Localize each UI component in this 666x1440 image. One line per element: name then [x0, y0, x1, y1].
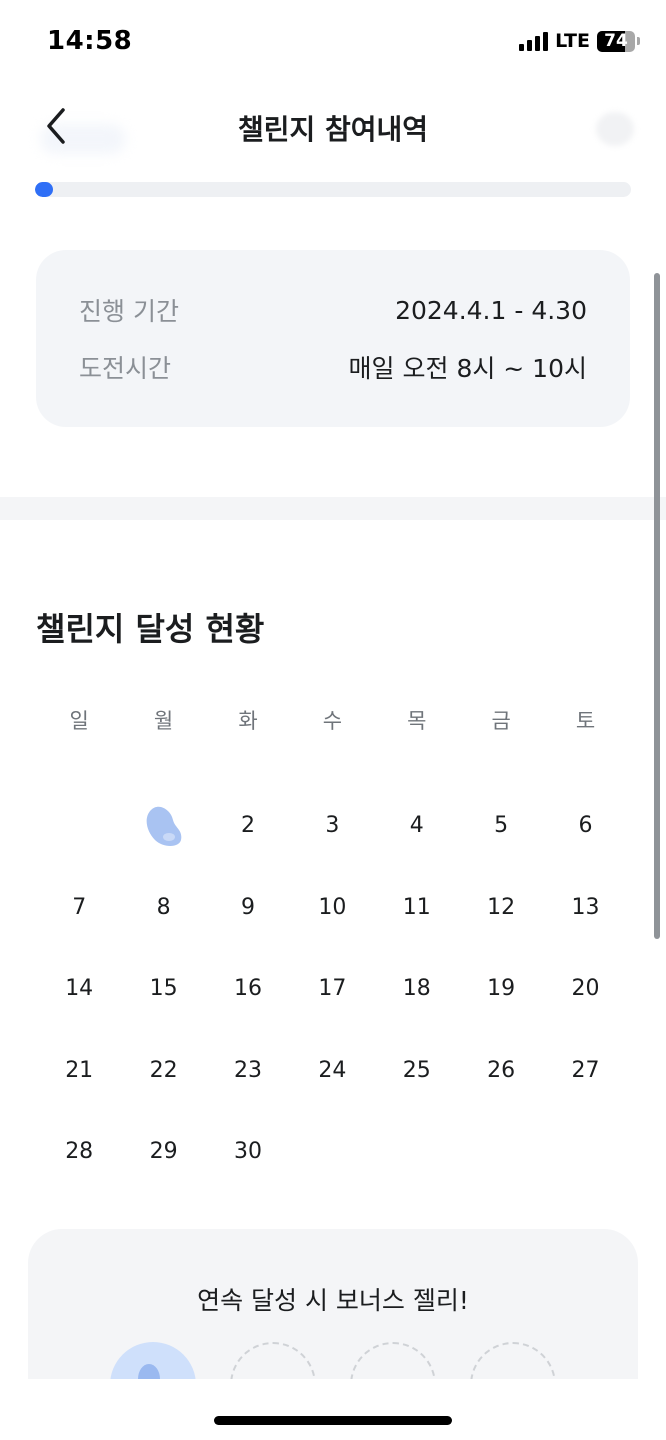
- network-type: LTE: [555, 30, 590, 52]
- page-title: 챌린지 참여내역: [237, 113, 429, 146]
- status-bar: 14:58 LTE 74: [0, 0, 666, 80]
- period-label: 진행 기간: [79, 297, 179, 326]
- time-label: 도전시간: [79, 354, 172, 383]
- status-indicators: LTE 74: [519, 29, 640, 53]
- signal-icon: [519, 31, 549, 51]
- weekday-label: 월: [153, 709, 174, 733]
- calendar-day[interactable]: 27: [543, 1030, 627, 1112]
- weekday-label: 수: [322, 709, 343, 733]
- period-row: 진행 기간 2024.4.1 - 4.30: [79, 292, 587, 328]
- progress-fill: [35, 182, 53, 197]
- calendar-day[interactable]: 13: [543, 867, 627, 949]
- calendar-spacer: [37, 750, 628, 785]
- status-time: 14:58: [47, 26, 133, 56]
- calendar-day[interactable]: 5: [459, 785, 543, 867]
- weekday-label: 일: [69, 709, 89, 733]
- calendar-day[interactable]: 6: [543, 785, 627, 867]
- calendar-day[interactable]: 15: [121, 948, 205, 1030]
- period-value: 2024.4.1 - 4.30: [395, 295, 587, 325]
- bonus-jelly-card: 연속 달성 시 보너스 젤리!: [28, 1229, 638, 1389]
- calendar-day[interactable]: 16: [206, 948, 290, 1030]
- achievement-section-title: 챌린지 달성 현황: [36, 610, 265, 648]
- weekday-label: 화: [238, 709, 258, 733]
- weekday-label: 목: [407, 709, 427, 733]
- weekday-label: 금: [491, 709, 511, 733]
- bonus-title: 연속 달성 시 보너스 젤리!: [197, 1286, 469, 1315]
- calendar-day[interactable]: 14: [37, 948, 121, 1030]
- calendar-day[interactable]: 25: [375, 1030, 459, 1112]
- calendar-empty-cell: [37, 785, 121, 867]
- weekday-label: 토: [575, 709, 596, 733]
- calendar-day[interactable]: 9: [206, 867, 290, 949]
- calendar-day[interactable]: 11: [375, 867, 459, 949]
- calendar-day[interactable]: 23: [206, 1030, 290, 1112]
- calendar-day[interactable]: 10: [290, 867, 374, 949]
- scrollbar[interactable]: [654, 273, 660, 939]
- calendar-day[interactable]: 21: [37, 1030, 121, 1112]
- time-row: 도전시간 매일 오전 8시 ~ 10시: [79, 349, 587, 385]
- calendar-day[interactable]: 26: [459, 1030, 543, 1112]
- calendar-day[interactable]: 28: [37, 1111, 121, 1193]
- calendar-day[interactable]: 7: [37, 867, 121, 949]
- bottom-area: [0, 1379, 666, 1440]
- calendar-day[interactable]: [121, 785, 205, 867]
- battery-percent: 74: [604, 30, 628, 51]
- calendar-day[interactable]: 8: [121, 867, 205, 949]
- calendar-day[interactable]: 12: [459, 867, 543, 949]
- calendar-day[interactable]: 18: [375, 948, 459, 1030]
- challenge-progress-bar: [35, 182, 631, 197]
- time-value: 매일 오전 8시 ~ 10시: [348, 354, 587, 383]
- home-indicator[interactable]: [214, 1416, 452, 1425]
- challenge-info-card: 진행 기간 2024.4.1 - 4.30 도전시간 매일 오전 8시 ~ 10…: [36, 250, 630, 427]
- jelly-icon: [146, 806, 181, 846]
- battery-icon: 74: [597, 30, 635, 52]
- battery-tip: [637, 37, 640, 45]
- blurred-element: [596, 112, 634, 146]
- calendar-day[interactable]: 17: [290, 948, 374, 1030]
- calendar-day[interactable]: 29: [121, 1111, 205, 1193]
- nav-header: 챌린지 참여내역: [0, 90, 666, 162]
- calendar-day[interactable]: 22: [121, 1030, 205, 1112]
- calendar-day[interactable]: 19: [459, 948, 543, 1030]
- calendar-day[interactable]: 2: [206, 785, 290, 867]
- section-divider: [0, 497, 666, 520]
- calendar-day[interactable]: 3: [290, 785, 374, 867]
- calendar-day[interactable]: 24: [290, 1030, 374, 1112]
- achievement-calendar: 일 월 화 수 목 금 토 2 3 4 5 6 7 8 9 10 11 12 13 14 15 16 17 18 19 20 21 2…: [37, 690, 628, 1193]
- calendar-day[interactable]: 30: [206, 1111, 290, 1193]
- calendar-day[interactable]: 4: [375, 785, 459, 867]
- calendar-day[interactable]: 20: [543, 948, 627, 1030]
